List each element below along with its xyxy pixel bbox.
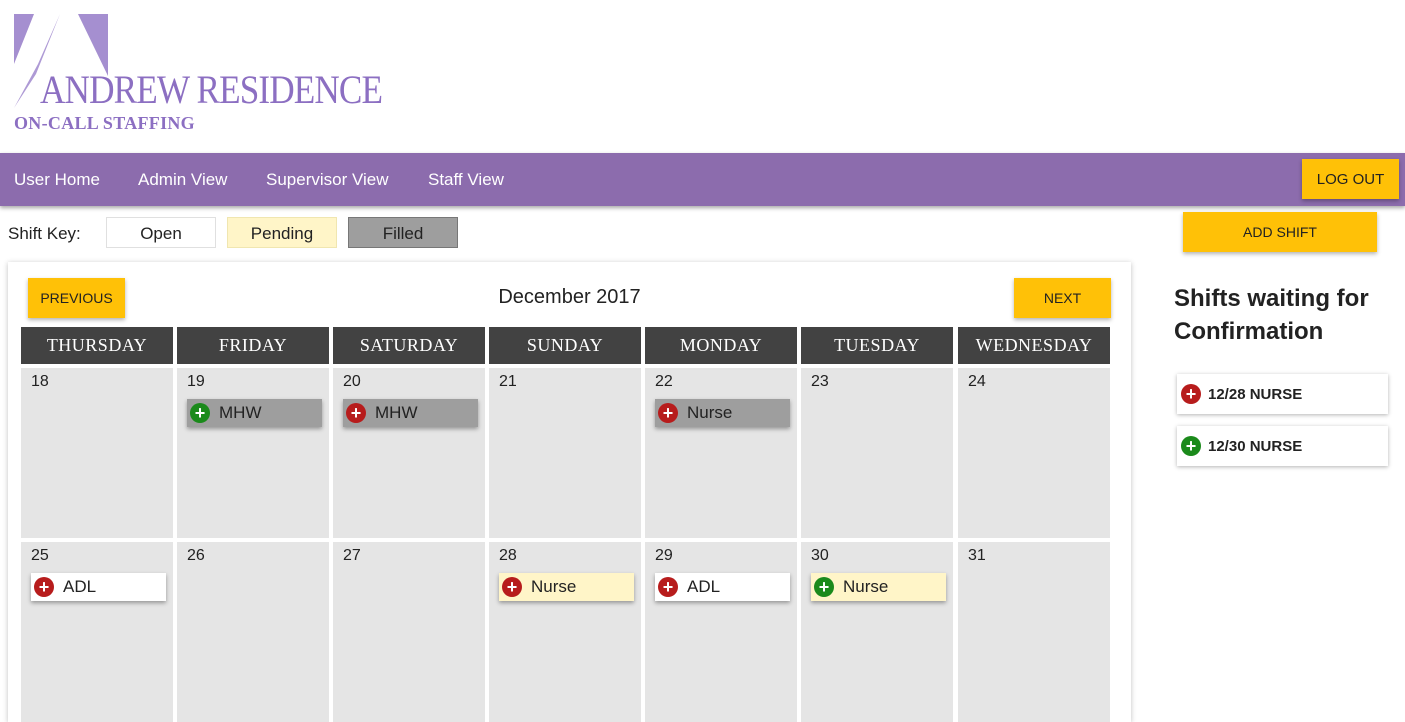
nav-staff-view[interactable]: Staff View	[428, 153, 504, 206]
pending-shift-label: 12/30 NURSE	[1208, 438, 1303, 455]
shift-label: MHW	[219, 403, 262, 422]
calendar-month: December 2017	[498, 286, 641, 308]
day-header-saturday: SATURDAY	[333, 327, 485, 364]
shift-label: Nurse	[531, 577, 577, 596]
shift-label: MHW	[375, 403, 418, 422]
nav-supervisor-view[interactable]: Supervisor View	[266, 153, 389, 206]
logout-button[interactable]: LOG OUT	[1302, 159, 1399, 199]
add-green-icon: +	[1181, 436, 1201, 456]
day-number: 25	[31, 547, 49, 564]
day-number: 27	[343, 547, 361, 564]
day-header-sunday: SUNDAY	[489, 327, 641, 364]
day-header-monday: MONDAY	[645, 327, 797, 364]
day-number: 22	[655, 373, 673, 390]
calendar: PREVIOUS December 2017 NEXT THURSDAY FRI…	[8, 262, 1131, 722]
day-number: 30	[811, 547, 829, 564]
shift-filled[interactable]: + MHW	[187, 399, 322, 427]
add-red-icon: +	[1181, 384, 1201, 404]
pending-shift-item[interactable]: + 12/28 NURSE	[1177, 374, 1388, 414]
day-header-wednesday: WEDNESDAY	[958, 327, 1110, 364]
day-header-thursday: THURSDAY	[21, 327, 173, 364]
navbar: User Home Admin View Supervisor View Sta…	[0, 153, 1405, 206]
day-number: 24	[968, 373, 986, 390]
add-red-icon: +	[34, 577, 54, 597]
brand-title: ANDREW RESIDENCE	[40, 67, 383, 112]
day-number: 23	[811, 373, 829, 390]
add-red-icon: +	[658, 577, 678, 597]
next-button[interactable]: NEXT	[1014, 278, 1111, 318]
day-cell[interactable]: 18	[21, 368, 173, 538]
brand-subtitle: ON-CALL STAFFING	[14, 113, 195, 133]
nav-user-home[interactable]: User Home	[14, 153, 100, 206]
shift-filled[interactable]: + Nurse	[655, 399, 790, 427]
nav-admin-view[interactable]: Admin View	[138, 153, 227, 206]
shift-filled[interactable]: + MHW	[343, 399, 478, 427]
add-red-icon: +	[658, 403, 678, 423]
day-number: 29	[655, 547, 673, 564]
shift-key-label: Shift Key:	[8, 224, 81, 243]
day-cell[interactable]: 26	[177, 542, 329, 722]
shift-label: Nurse	[843, 577, 889, 596]
add-green-icon: +	[190, 403, 210, 423]
pending-shift-item[interactable]: + 12/30 NURSE	[1177, 426, 1388, 466]
day-cell[interactable]: 21	[489, 368, 641, 538]
day-number: 21	[499, 373, 517, 390]
add-red-icon: +	[502, 577, 522, 597]
day-cell[interactable]: 29 + ADL	[645, 542, 797, 722]
day-cell[interactable]: 30 + Nurse	[801, 542, 953, 722]
add-shift-button[interactable]: ADD SHIFT	[1183, 212, 1377, 252]
day-number: 28	[499, 547, 517, 564]
shift-open[interactable]: + ADL	[31, 573, 166, 601]
day-cell[interactable]: 23	[801, 368, 953, 538]
day-cell[interactable]: 20 + MHW	[333, 368, 485, 538]
day-number: 31	[968, 547, 986, 564]
day-number: 18	[31, 373, 49, 390]
day-header-friday: FRIDAY	[177, 327, 329, 364]
shift-pending[interactable]: + Nurse	[811, 573, 946, 601]
day-cell[interactable]: 27	[333, 542, 485, 722]
add-green-icon: +	[814, 577, 834, 597]
day-number: 19	[187, 373, 205, 390]
shift-label: ADL	[687, 577, 721, 596]
day-cell[interactable]: 24	[958, 368, 1110, 538]
day-number: 26	[187, 547, 205, 564]
pending-panel-title: Shifts waiting for Confirmation	[1174, 285, 1369, 345]
shift-pending[interactable]: + Nurse	[499, 573, 634, 601]
shift-label: Nurse	[687, 403, 733, 422]
header: ANDREW RESIDENCE ON-CALL STAFFING	[0, 0, 1405, 153]
key-filled: Filled	[348, 217, 458, 248]
day-cell[interactable]: 22 + Nurse	[645, 368, 797, 538]
day-number: 20	[343, 373, 361, 390]
day-cell[interactable]: 25 + ADL	[21, 542, 173, 722]
key-pending: Pending	[227, 217, 337, 248]
key-open: Open	[106, 217, 216, 248]
day-cell[interactable]: 28 + Nurse	[489, 542, 641, 722]
day-header-tuesday: TUESDAY	[801, 327, 953, 364]
shift-label: ADL	[63, 577, 97, 596]
pending-shift-label: 12/28 NURSE	[1208, 386, 1303, 403]
day-cell[interactable]: 19 + MHW	[177, 368, 329, 538]
day-cell[interactable]: 31	[958, 542, 1110, 722]
add-red-icon: +	[346, 403, 366, 423]
shift-open[interactable]: + ADL	[655, 573, 790, 601]
